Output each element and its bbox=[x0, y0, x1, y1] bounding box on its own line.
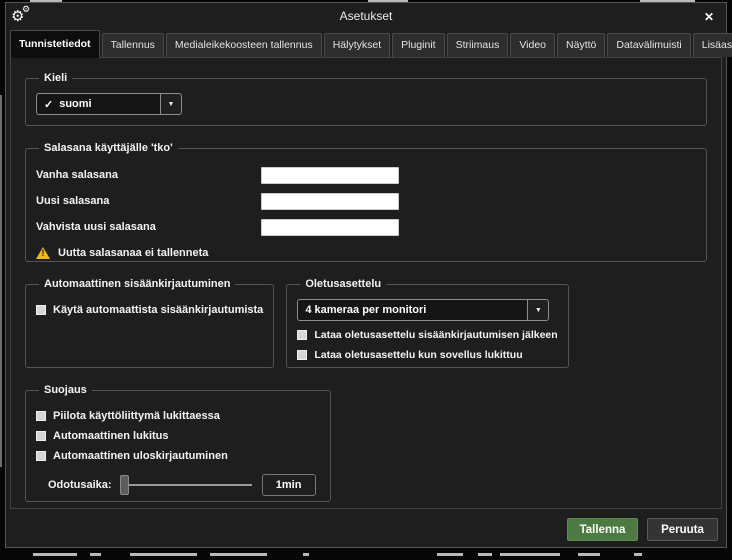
warning-icon bbox=[36, 247, 50, 259]
tab-tallennus[interactable]: Tallennus bbox=[101, 33, 164, 57]
checkbox-unchecked[interactable] bbox=[36, 431, 46, 441]
tab-naytto[interactable]: Näyttö bbox=[557, 33, 606, 57]
timeout-row: Odotusaika: 1min bbox=[48, 474, 320, 496]
background-fragment bbox=[210, 553, 267, 556]
checkbox-unchecked[interactable] bbox=[36, 305, 46, 315]
timeout-label: Odotusaika: bbox=[48, 479, 112, 491]
settings-dialog: ⚙ ⚙ Asetukset ✕ Tunnistetiedot Tallennus… bbox=[5, 2, 732, 548]
language-group: Kieli ✓ suomi ▼ bbox=[25, 72, 707, 126]
load-layout-on-lock-label: Lataa oletusasettelu kun sovellus lukitt… bbox=[314, 349, 523, 361]
background-fragment bbox=[130, 553, 197, 556]
close-icon[interactable]: ✕ bbox=[700, 8, 718, 26]
dialog-title: Asetukset bbox=[339, 9, 393, 23]
language-dropdown-value: ✓ suomi bbox=[37, 94, 160, 114]
auto-lock-label: Automaattinen lukitus bbox=[53, 430, 169, 442]
auto-login-group: Automaattinen sisäänkirjautuminen Käytä … bbox=[25, 278, 275, 368]
default-layout-selected-label: 4 kameraa per monitori bbox=[305, 304, 427, 316]
background-window-edge bbox=[0, 95, 2, 467]
background-fragment bbox=[478, 553, 492, 556]
tab-datavalimuisti[interactable]: Datavälimuisti bbox=[607, 33, 691, 57]
cancel-button[interactable]: Peruuta bbox=[647, 518, 718, 541]
checkbox-unchecked[interactable] bbox=[36, 451, 46, 461]
tab-strip: Tunnistetiedot Tallennus Medialeikekoost… bbox=[6, 29, 732, 58]
load-layout-after-login-row[interactable]: Lataa oletusasettelu sisäänkirjautumisen… bbox=[297, 329, 558, 341]
title-bar: ⚙ ⚙ Asetukset ✕ bbox=[6, 3, 726, 29]
confirm-password-label: Vahvista uusi salasana bbox=[36, 221, 156, 233]
tab-halytykset[interactable]: Hälytykset bbox=[323, 33, 391, 57]
background-fragment bbox=[634, 553, 642, 556]
slider-track bbox=[119, 484, 252, 486]
new-password-input[interactable] bbox=[261, 192, 399, 210]
dialog-footer: Tallenna Peruuta bbox=[6, 509, 726, 541]
hide-ui-when-locked-label: Piilota käyttöliittymä lukittaessa bbox=[53, 410, 220, 422]
default-layout-dropdown[interactable]: 4 kameraa per monitori ▼ bbox=[297, 299, 550, 321]
hide-ui-when-locked-row[interactable]: Piilota käyttöliittymä lukittaessa bbox=[36, 410, 320, 422]
background-fragment bbox=[303, 553, 309, 556]
middle-row: Automaattinen sisäänkirjautuminen Käytä … bbox=[25, 278, 707, 368]
load-layout-on-lock-row[interactable]: Lataa oletusasettelu kun sovellus lukitt… bbox=[297, 349, 557, 361]
old-password-label: Vanha salasana bbox=[36, 169, 118, 181]
timeout-slider[interactable] bbox=[119, 475, 252, 495]
confirm-password-input[interactable] bbox=[261, 218, 399, 236]
tab-lisaasetukset[interactable]: Lisäasetukset bbox=[692, 33, 732, 57]
default-layout-group: Oletusasettelu 4 kameraa per monitori ▼ … bbox=[286, 278, 569, 368]
auto-login-checkbox-label: Käytä automaattista sisäänkirjautumista bbox=[53, 304, 264, 316]
load-layout-after-login-label: Lataa oletusasettelu sisäänkirjautumisen… bbox=[314, 329, 558, 341]
background-fragment bbox=[578, 553, 600, 556]
language-selected-label: suomi bbox=[59, 98, 92, 110]
background-fragment bbox=[437, 553, 463, 556]
slider-handle[interactable] bbox=[119, 475, 129, 495]
auto-logout-row[interactable]: Automaattinen uloskirjautuminen bbox=[36, 450, 320, 462]
security-group-title: Suojaus bbox=[44, 384, 87, 396]
auto-login-group-title: Automaattinen sisäänkirjautuminen bbox=[44, 278, 231, 290]
background-fragment bbox=[33, 553, 77, 556]
security-group: Suojaus Piilota käyttöliittymä lukittaes… bbox=[25, 384, 331, 502]
language-dropdown[interactable]: ✓ suomi ▼ bbox=[36, 93, 182, 115]
checkbox-unchecked[interactable] bbox=[297, 350, 308, 360]
checkbox-unchecked[interactable] bbox=[297, 330, 308, 340]
tab-pluginit[interactable]: Pluginit bbox=[392, 33, 445, 57]
background-fragment bbox=[500, 553, 560, 556]
auto-login-checkbox-row[interactable]: Käytä automaattista sisäänkirjautumista bbox=[36, 304, 263, 316]
auto-lock-row[interactable]: Automaattinen lukitus bbox=[36, 430, 320, 442]
timeout-value: 1min bbox=[261, 474, 316, 496]
tab-tunnistetiedot[interactable]: Tunnistetiedot bbox=[10, 30, 100, 58]
new-password-label: Uusi salasana bbox=[36, 195, 110, 207]
password-group: Salasana käyttäjälle 'tko' Vanha salasan… bbox=[25, 142, 707, 262]
password-warning-text: Uutta salasanaa ei tallenneta bbox=[58, 247, 209, 259]
chevron-down-icon[interactable]: ▼ bbox=[527, 300, 549, 320]
tab-striimaus[interactable]: Striimaus bbox=[446, 33, 509, 57]
language-group-title: Kieli bbox=[44, 72, 68, 84]
default-layout-dropdown-value: 4 kameraa per monitori bbox=[298, 300, 527, 320]
tab-video[interactable]: Video bbox=[510, 33, 556, 57]
check-icon: ✓ bbox=[44, 98, 54, 111]
password-group-title: Salasana käyttäjälle 'tko' bbox=[44, 142, 173, 154]
tab-page-tunnistetiedot: Kieli ✓ suomi ▼ Salasana käyttäjälle 'tk… bbox=[10, 57, 722, 509]
auto-logout-label: Automaattinen uloskirjautuminen bbox=[53, 450, 228, 462]
checkbox-unchecked[interactable] bbox=[36, 411, 46, 421]
default-layout-group-title: Oletusasettelu bbox=[305, 278, 382, 290]
save-button[interactable]: Tallenna bbox=[567, 518, 638, 541]
chevron-down-icon[interactable]: ▼ bbox=[160, 94, 181, 114]
old-password-input[interactable] bbox=[261, 166, 399, 184]
background-fragment bbox=[90, 553, 101, 556]
tab-medialeikekoosteen-tallennus[interactable]: Medialeikekoosteen tallennus bbox=[165, 33, 322, 57]
